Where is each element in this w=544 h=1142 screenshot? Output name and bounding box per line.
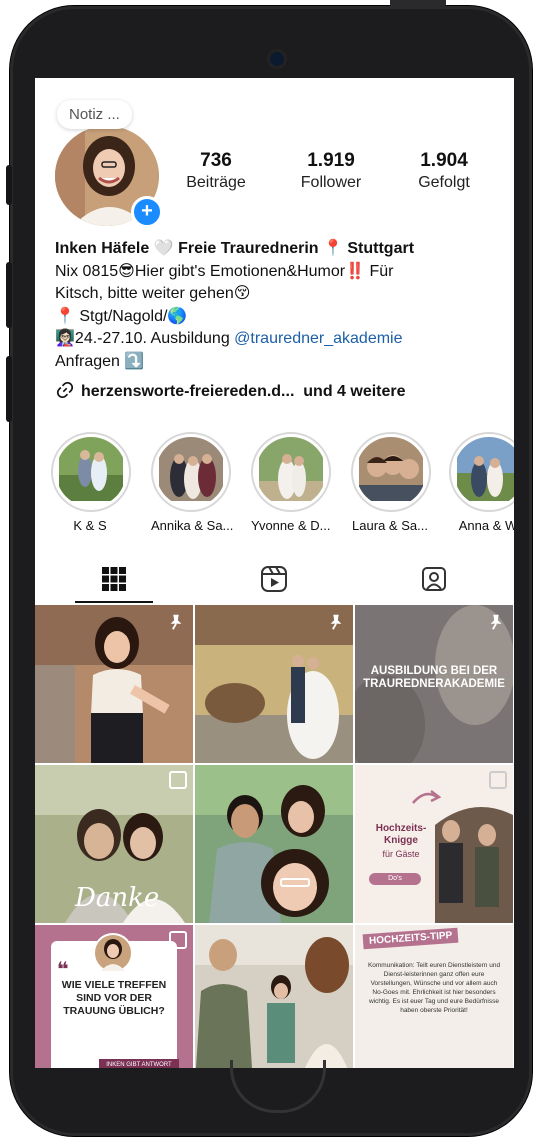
profile-bio: Inken Häfele 🤍 Freie Traurednerin 📍 Stut… [55, 238, 505, 373]
post-9[interactable]: HOCHZEITS-TIPP Kommunikation: Teilt eure… [355, 925, 513, 1068]
website-link-text: herzensworte-freiereden.d... [81, 383, 295, 400]
post-6-subtitle: für Gäste [382, 849, 420, 859]
post-6-button: Do's [369, 873, 421, 885]
bio-line-4: 📍 Stgt/Nagold/🌎 [55, 307, 188, 325]
post-7-footer: INKEN GIBT ANTWORT [99, 1059, 179, 1068]
phone-top-button [390, 0, 446, 8]
post-6[interactable]: Hochzeits-Knigge für Gäste Do's [355, 765, 513, 923]
bio-line-2: Nix 0815😎Hier gibt's Emotionen&Humor‼️ F… [55, 262, 394, 280]
bio-line-3: Kitsch, bitte weiter gehen😚 [55, 285, 251, 302]
highlight-label: Yvonne & D... [251, 518, 331, 533]
highlight-annika[interactable]: Annika & Sa... [151, 432, 234, 533]
highlight-anna[interactable]: Anna & W [449, 432, 514, 533]
post-9-badge: HOCHZEITS-TIPP [362, 927, 459, 950]
instagram-profile-screen: Notiz ... + 736 Beiträge 1.919 Follower … [35, 78, 514, 1068]
highlight-image [56, 437, 126, 507]
post-6-title: Hochzeits-Knigge [375, 823, 427, 846]
add-story-button[interactable]: + [131, 196, 163, 228]
stat-following[interactable]: 1.904 Gefolgt [399, 150, 489, 192]
pin-icon [330, 614, 342, 630]
profile-name-line: Inken Häfele 🤍 Freie Traurednerin 📍 Stut… [55, 240, 415, 257]
post-3[interactable]: AUSBILDUNG BEI DER TRAUREDNERAKADEMIE [355, 605, 513, 763]
post-7-question: WIE VIELE TREFFEN SIND VOR DER TRAUUNG Ü… [61, 979, 167, 1017]
link-icon [56, 381, 74, 399]
highlight-label: K & S [73, 518, 107, 533]
post-3-title: AUSBILDUNG BEI DER TRAUREDNERAKADEMIE [363, 665, 505, 690]
multi-post-icon [169, 771, 187, 789]
highlight-image [454, 437, 514, 507]
highlight-label: Anna & W [458, 518, 514, 533]
multi-post-icon [489, 771, 507, 789]
post-1[interactable] [35, 605, 193, 763]
posts-grid: AUSBILDUNG BEI DER TRAUREDNERAKADEMIE Da… [35, 605, 514, 1068]
academy-mention-link[interactable]: @trauredner_akademie [234, 330, 402, 347]
active-tab-indicator [75, 601, 153, 603]
highlight-k-s[interactable]: K & S [51, 432, 131, 533]
stat-following-label: Gefolgt [418, 174, 470, 191]
stat-followers-label: Follower [300, 174, 362, 191]
post-2[interactable] [195, 605, 353, 763]
stat-posts-value: 736 [200, 150, 232, 171]
highlight-ring [449, 432, 514, 512]
highlight-ring [351, 432, 431, 512]
phone-volume-up [6, 262, 12, 328]
tab-posts-grid[interactable] [35, 556, 193, 602]
note-bubble[interactable]: Notiz ... [57, 100, 132, 129]
bio-line-6: Anfragen ⤵️ [55, 352, 145, 370]
highlight-label: Annika & Sa... [151, 518, 234, 533]
highlight-image [256, 437, 326, 507]
phone-mute-switch [6, 165, 12, 205]
tagged-icon [422, 567, 446, 591]
bio-line-5: 👩🏻‍🏫24.-27.10. Ausbildung @trauredner_ak… [55, 328, 505, 351]
highlight-ring [251, 432, 331, 512]
front-camera [270, 52, 284, 66]
post-4[interactable]: Danke [35, 765, 193, 923]
highlight-laura[interactable]: Laura & Sa... [351, 432, 431, 533]
highlight-yvonne[interactable]: Yvonne & D... [251, 432, 331, 533]
highlight-ring [51, 432, 131, 512]
reels-icon [261, 566, 287, 592]
highlight-label: Laura & Sa... [352, 518, 428, 533]
stat-followers-value: 1.919 [307, 150, 355, 171]
post-4-script: Danke [75, 883, 160, 913]
highlight-image [156, 437, 226, 507]
post-image [195, 925, 353, 1068]
post-image [195, 765, 353, 923]
tab-reels[interactable] [195, 556, 353, 602]
note-text: Notiz ... [69, 106, 120, 123]
stat-following-value: 1.904 [420, 150, 468, 171]
grid-icon [102, 567, 126, 591]
highlight-image [356, 437, 426, 507]
stat-posts[interactable]: 736 Beiträge [171, 150, 261, 192]
tab-tagged[interactable] [355, 556, 513, 602]
post-8[interactable] [195, 925, 353, 1068]
post-7-avatar [93, 933, 133, 973]
phone-volume-down [6, 356, 12, 422]
multi-post-icon [169, 931, 187, 949]
pin-icon [170, 614, 182, 630]
website-link-row[interactable]: herzensworte-freiereden.d... und 4 weite… [55, 380, 406, 401]
stat-followers[interactable]: 1.919 Follower [286, 150, 376, 192]
highlight-ring [151, 432, 231, 512]
pin-icon [490, 614, 502, 630]
more-links-text: und 4 weitere [303, 383, 406, 400]
post-5[interactable] [195, 765, 353, 923]
post-9-text: Kommunikation: Teilt euren Dienstleister… [367, 962, 501, 1014]
bio-line-5-text: 👩🏻‍🏫24.-27.10. Ausbildung [55, 330, 235, 347]
stat-posts-label: Beiträge [186, 174, 246, 191]
profile-tabs [35, 556, 514, 604]
post-7[interactable]: ❝ WIE VIELE TREFFEN SIND VOR DER TRAUUNG… [35, 925, 193, 1068]
